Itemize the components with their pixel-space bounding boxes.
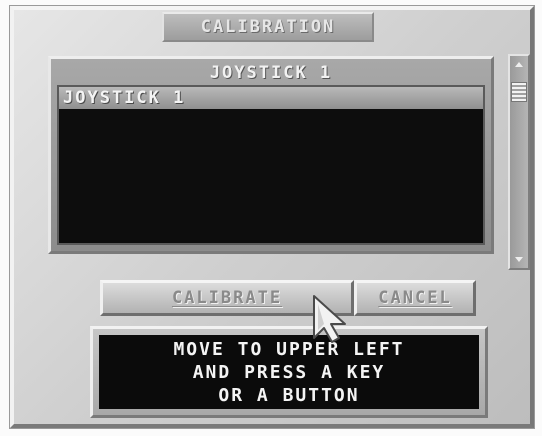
device-list-header-label: JOYSTICK 1 bbox=[209, 63, 333, 83]
calibration-dialog: CALIBRATION JOYSTICK 1 JOYSTICK 1 CALIBR… bbox=[10, 6, 534, 428]
cancel-button-label: CANCEL bbox=[378, 288, 452, 308]
instruction-panel: MOVE TO UPPER LEFT AND PRESS A KEY OR A … bbox=[90, 326, 488, 418]
device-list[interactable]: JOYSTICK 1 bbox=[57, 85, 485, 245]
chevron-down-icon[interactable] bbox=[513, 253, 525, 265]
list-item-label: JOYSTICK 1 bbox=[63, 88, 186, 108]
dialog-title: CALIBRATION bbox=[200, 17, 336, 37]
device-list-header: JOYSTICK 1 bbox=[57, 62, 485, 84]
list-item-joystick-1[interactable]: JOYSTICK 1 bbox=[59, 87, 483, 109]
instruction-line-2: AND PRESS A KEY bbox=[192, 361, 386, 383]
title-bar: CALIBRATION bbox=[162, 12, 374, 42]
instruction-line-1: MOVE TO UPPER LEFT bbox=[173, 338, 405, 360]
device-list-scrollbar[interactable] bbox=[508, 54, 530, 270]
chevron-up-icon[interactable] bbox=[513, 59, 525, 71]
calibrate-button-label: CALIBRATE bbox=[171, 288, 283, 308]
scrollbar-thumb[interactable] bbox=[511, 82, 527, 102]
instruction-message: MOVE TO UPPER LEFT AND PRESS A KEY OR A … bbox=[99, 335, 479, 409]
arrow-cursor-icon bbox=[310, 294, 350, 344]
cancel-button[interactable]: CANCEL bbox=[354, 280, 476, 316]
instruction-line-3: OR A BUTTON bbox=[218, 384, 360, 406]
device-list-panel: JOYSTICK 1 JOYSTICK 1 bbox=[48, 56, 494, 254]
